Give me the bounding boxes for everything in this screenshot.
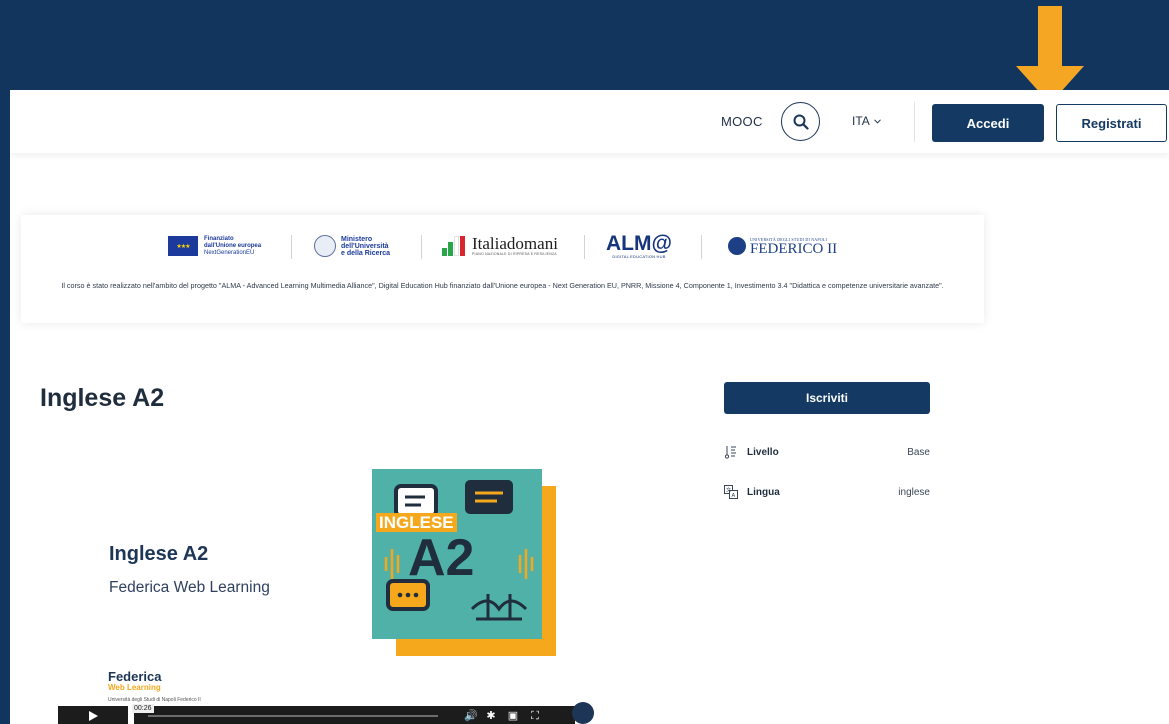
play-icon — [89, 711, 98, 721]
thumbnail-level: A2 — [408, 529, 475, 587]
volume-icon[interactable]: 🔊 — [464, 709, 478, 723]
level-label: Livello — [747, 447, 779, 458]
settings-icon[interactable]: ✱ — [484, 709, 498, 723]
video-time: 00:26 — [132, 704, 154, 713]
language-icon: 文 A — [724, 485, 738, 499]
video-controls: 🔊 ✱ ▣ ⛶ 00:26 — [58, 702, 594, 724]
mur-line1: Ministero — [341, 235, 373, 243]
login-button[interactable]: Accedi — [932, 104, 1044, 142]
divider — [291, 235, 292, 259]
federico-logo: UNIVERSITÀ DEGLI STUDI DI NAPOLI FEDERIC… — [728, 231, 837, 261]
divider — [701, 235, 702, 259]
svg-text:A: A — [732, 493, 736, 499]
italiadomani-logo: Italiadomani PIANO NAZIONALE DI RIPRESA … — [442, 231, 558, 261]
eu-line2: dall'Unione europea — [204, 242, 262, 249]
italy-flag-icon — [442, 236, 466, 256]
page: MOOC ITA Accedi Registrati ★★★ Finanziat… — [10, 90, 1169, 724]
funding-banner: ★★★ Finanziato dall'Unione europea NextG… — [21, 215, 984, 323]
federica-logo-sub: Web Learning — [108, 683, 161, 692]
language-label: ITA — [852, 114, 870, 128]
eu-line3: NextGenerationEU — [204, 249, 255, 256]
italia-sub: PIANO NAZIONALE DI RIPRESA E RESILIENZA — [472, 251, 557, 256]
alma-logo: ALM@ DIGITAL EDUCATION HUB — [606, 231, 672, 261]
language-selector[interactable]: ITA — [852, 114, 882, 128]
language-value: inglese — [898, 487, 930, 498]
divider — [421, 235, 422, 259]
progress-bar[interactable]: 🔊 ✱ ▣ ⛶ — [134, 706, 575, 724]
svg-text:文: 文 — [726, 487, 731, 494]
play-button[interactable] — [58, 706, 128, 724]
register-button[interactable]: Registrati — [1056, 104, 1167, 142]
federica-logo-caption: Università degli Studi di Napoli Federic… — [108, 697, 201, 703]
federico-seal-icon — [728, 237, 746, 255]
funding-text: Il corso è stato realizzato nell'ambito … — [61, 281, 944, 290]
level-icon — [724, 446, 736, 459]
course-title: Inglese A2 — [40, 384, 165, 412]
progress-track[interactable] — [148, 715, 438, 717]
search-button[interactable] — [781, 102, 820, 141]
divider — [584, 235, 585, 259]
mur-seal-icon — [314, 235, 336, 257]
eu-logo: ★★★ Finanziato dall'Unione europea NextG… — [168, 231, 261, 261]
level-value: Base — [907, 447, 930, 458]
level-row: Livello Base — [724, 445, 930, 461]
eu-line1: Finanziato — [204, 235, 234, 242]
video-subtitle: Federica Web Learning — [109, 579, 270, 596]
federica-icon — [572, 702, 594, 724]
sponsor-logos: ★★★ Finanziato dall'Unione europea NextG… — [21, 231, 984, 261]
mur-line2: dell'Università — [341, 242, 389, 250]
mooc-link[interactable]: MOOC — [721, 114, 763, 129]
language-label: Lingua — [747, 487, 780, 498]
language-row: 文 A Lingua inglese — [724, 485, 930, 501]
mur-logo: Ministero dell'Università e della Ricerc… — [314, 231, 390, 261]
eu-flag-icon: ★★★ — [168, 236, 198, 256]
federico-main: FEDERICO II — [750, 240, 838, 257]
italia-main: Italiadomani — [472, 233, 558, 253]
top-navigation: MOOC ITA Accedi Registrati — [10, 90, 1169, 153]
video-player[interactable]: Inglese A2 Federica Web Learning INGLESE… — [10, 435, 610, 724]
alma-main: ALM@ — [606, 231, 672, 255]
fullscreen-icon[interactable]: ⛶ — [528, 709, 542, 723]
federica-logo: Federica Web Learning Università degli S… — [108, 669, 201, 706]
course-thumbnail: INGLESE A2 — [372, 469, 542, 639]
chevron-down-icon — [874, 119, 882, 124]
federica-logo-main: Federica — [108, 669, 162, 684]
pip-icon[interactable]: ▣ — [506, 709, 520, 723]
video-title: Inglese A2 — [109, 543, 209, 565]
enroll-button[interactable]: Iscriviti — [724, 382, 930, 414]
alma-sub: DIGITAL EDUCATION HUB — [612, 253, 666, 259]
search-icon — [793, 114, 809, 130]
divider — [914, 102, 915, 142]
mur-line3: e della Ricerca — [341, 249, 391, 257]
